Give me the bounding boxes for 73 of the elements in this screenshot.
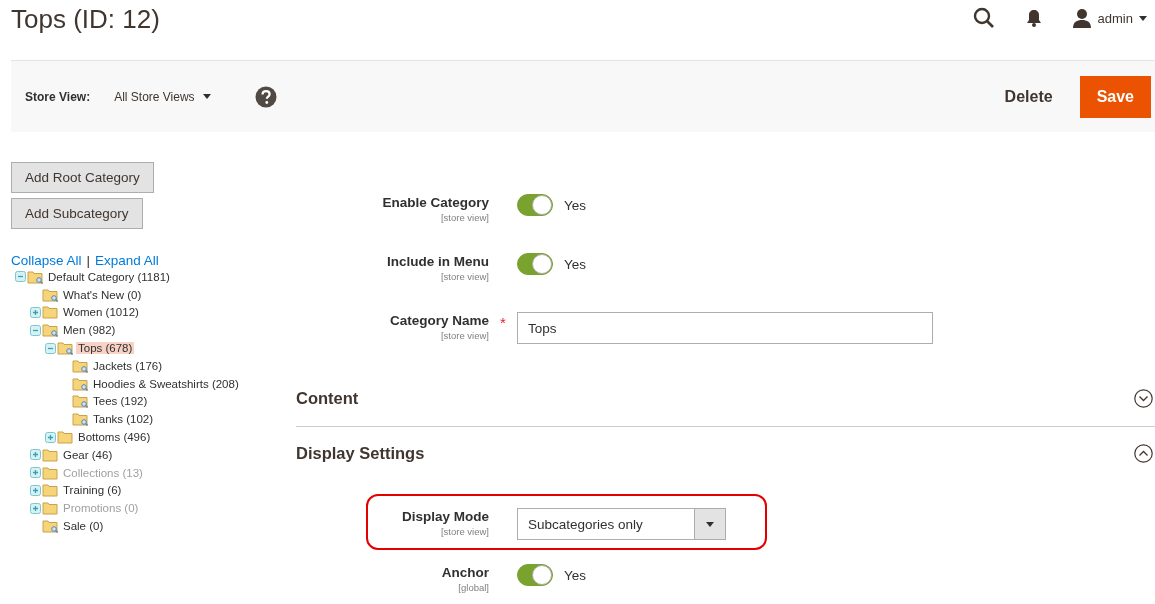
add-category-button[interactable]: Add Subcategory [11, 198, 143, 229]
tree-item[interactable]: Jackets (176) [91, 359, 165, 372]
toggle-switch[interactable] [517, 564, 553, 586]
help-icon[interactable] [254, 85, 277, 108]
collapse-toggle-icon[interactable] [15, 271, 26, 283]
collapse-all-link[interactable]: Collapse All [11, 253, 82, 268]
tree-item[interactable]: Tees (192) [91, 395, 150, 408]
scope-label: [store view] [440, 526, 489, 537]
text-field[interactable]: Tops [517, 312, 933, 344]
add-category-button[interactable]: Add Root Category [11, 162, 154, 193]
field-label: Include in Menu [387, 253, 489, 271]
field-label: Display Mode [401, 508, 489, 526]
tree-item[interactable]: Tops (678) [76, 342, 135, 355]
field-label: Enable Category [382, 194, 489, 212]
field-label: Category Name [389, 312, 489, 330]
tree-item[interactable]: Sale (0) [61, 520, 106, 533]
expand-toggle-icon[interactable] [30, 484, 41, 496]
folder-icon [42, 447, 59, 462]
select-field[interactable]: Subcategories only [517, 508, 726, 540]
folder-magnifier-icon [27, 269, 44, 284]
scope-label: [store view] [440, 212, 489, 223]
delete-button[interactable]: Delete [987, 75, 1070, 118]
user-menu[interactable]: admin [1071, 8, 1147, 28]
store-view-label: Store View: [25, 89, 91, 104]
folder-magnifier-icon [72, 412, 89, 427]
expand-all-link[interactable]: Expand All [95, 253, 159, 268]
folder-icon [42, 483, 59, 498]
required-mark: * [499, 313, 507, 333]
user-icon [1071, 8, 1092, 28]
collapse-toggle-icon[interactable] [45, 342, 56, 354]
folder-magnifier-icon [57, 341, 74, 356]
page-title: Tops (ID: 12) [11, 4, 160, 34]
toggle-value: Yes [564, 197, 587, 213]
tree-item[interactable]: Training (6) [61, 484, 124, 497]
tree-item[interactable]: Hoodies & Sweatshirts (208) [91, 377, 241, 390]
section-header[interactable]: Content [296, 371, 1155, 427]
caret-icon [1139, 15, 1147, 21]
search-icon[interactable] [971, 6, 996, 30]
tree-item[interactable]: Men (982) [61, 324, 118, 337]
section-header[interactable]: Display Settings [296, 427, 1155, 479]
tree-item[interactable]: What's New (0) [61, 288, 144, 301]
scope-label: [store view] [440, 271, 489, 282]
expand-toggle-icon[interactable] [45, 431, 56, 443]
save-button[interactable]: Save [1079, 75, 1151, 118]
store-view-dropdown[interactable]: All Store Views [114, 89, 211, 104]
collapse-toggle-icon[interactable] [30, 324, 41, 336]
scope-label: [store view] [440, 330, 489, 341]
tree-item[interactable]: Gear (46) [61, 448, 115, 461]
folder-icon [42, 501, 59, 516]
folder-magnifier-icon [72, 358, 89, 373]
expand-toggle-icon[interactable] [30, 449, 41, 461]
folder-magnifier-icon [72, 376, 89, 391]
tree-item[interactable]: Women (1012) [61, 306, 141, 319]
tree-item[interactable]: Default Category (1181) [46, 270, 172, 283]
expand-toggle-icon[interactable] [30, 307, 41, 318]
toggle-value: Yes [564, 256, 587, 272]
scope-label: [global] [458, 582, 489, 593]
tree-item[interactable]: Bottoms (496) [76, 431, 153, 444]
tree-item[interactable]: Tanks (102) [91, 413, 156, 426]
folder-magnifier-icon [42, 287, 59, 302]
folder-icon [42, 465, 59, 480]
toggle-value: Yes [564, 567, 587, 583]
folder-icon [42, 305, 59, 320]
caret-icon [202, 94, 211, 99]
folder-icon [57, 430, 74, 445]
field-label: Anchor [441, 564, 489, 582]
toggle-switch[interactable] [517, 253, 553, 275]
folder-magnifier-icon [42, 323, 59, 338]
toggle-switch[interactable] [517, 194, 553, 216]
folder-magnifier-icon [42, 519, 59, 534]
dropdown-caret-icon [706, 521, 714, 527]
folder-magnifier-icon [72, 394, 89, 409]
link-separator: | [86, 253, 91, 268]
